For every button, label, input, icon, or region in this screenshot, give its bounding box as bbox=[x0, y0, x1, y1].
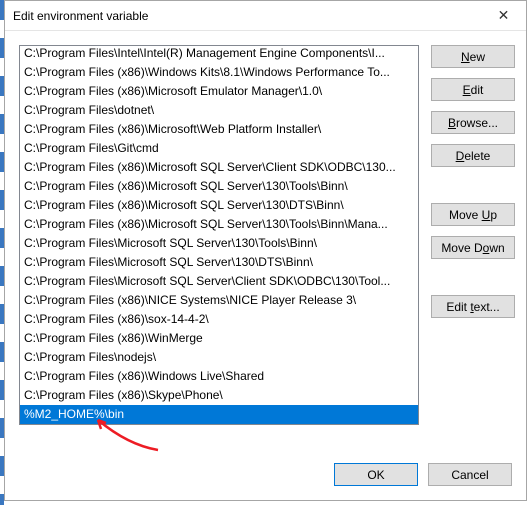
path-list-item[interactable]: C:\Program Files\nodejs\ bbox=[20, 348, 418, 367]
path-list-item[interactable]: C:\Program Files (x86)\Windows Live\Shar… bbox=[20, 367, 418, 386]
dialog-buttons: OK Cancel bbox=[334, 463, 512, 486]
path-list-item[interactable]: C:\Program Files (x86)\Skype\Phone\ bbox=[20, 386, 418, 405]
edit-button[interactable]: Edit bbox=[431, 78, 515, 101]
path-list-item[interactable]: C:\Program Files\dotnet\ bbox=[20, 101, 418, 120]
delete-button[interactable]: Delete bbox=[431, 144, 515, 167]
move-down-button[interactable]: Move Down bbox=[431, 236, 515, 259]
path-list-item[interactable]: C:\Program Files\Microsoft SQL Server\13… bbox=[20, 253, 418, 272]
close-icon: ✕ bbox=[498, 7, 510, 24]
path-list-item[interactable]: C:\Program Files\Microsoft SQL Server\13… bbox=[20, 234, 418, 253]
cancel-button[interactable]: Cancel bbox=[428, 463, 512, 486]
path-list-item[interactable]: C:\Program Files (x86)\Microsoft SQL Ser… bbox=[20, 177, 418, 196]
ok-button[interactable]: OK bbox=[334, 463, 418, 486]
path-list-item[interactable]: C:\Program Files\Git\cmd bbox=[20, 139, 418, 158]
path-list-item[interactable]: C:\Program Files (x86)\NICE Systems\NICE… bbox=[20, 291, 418, 310]
window-title: Edit environment variable bbox=[13, 9, 148, 23]
path-list-item[interactable]: %M2_HOME%\bin bbox=[20, 405, 418, 424]
path-list-item[interactable]: C:\Program Files (x86)\Microsoft\Web Pla… bbox=[20, 120, 418, 139]
browse-button[interactable]: Browse... bbox=[431, 111, 515, 134]
titlebar: Edit environment variable ✕ bbox=[5, 1, 526, 31]
path-list-item[interactable]: C:\Program Files (x86)\Microsoft SQL Ser… bbox=[20, 215, 418, 234]
path-list-item[interactable]: C:\Program Files (x86)\WinMerge bbox=[20, 329, 418, 348]
path-list[interactable]: C:\Program Files\Intel\Intel(R) Manageme… bbox=[20, 46, 418, 424]
path-list-container: C:\Program Files\Intel\Intel(R) Manageme… bbox=[19, 45, 419, 425]
path-list-item[interactable]: C:\Program Files\Microsoft SQL Server\Cl… bbox=[20, 272, 418, 291]
content-area: C:\Program Files\Intel\Intel(R) Manageme… bbox=[19, 45, 512, 486]
path-list-item[interactable]: C:\Program Files (x86)\Microsoft SQL Ser… bbox=[20, 196, 418, 215]
path-list-item[interactable]: C:\Program Files (x86)\sox-14-4-2\ bbox=[20, 310, 418, 329]
path-list-item[interactable]: C:\Program Files (x86)\Microsoft SQL Ser… bbox=[20, 158, 418, 177]
move-up-button[interactable]: Move Up bbox=[431, 203, 515, 226]
close-button[interactable]: ✕ bbox=[481, 1, 526, 30]
path-list-item[interactable]: C:\Program Files (x86)\Windows Kits\8.1\… bbox=[20, 63, 418, 82]
button-column: New Edit Browse... Delete Move Up Move D… bbox=[431, 45, 515, 328]
new-button[interactable]: New bbox=[431, 45, 515, 68]
path-list-item[interactable]: C:\Program Files (x86)\Microsoft Emulato… bbox=[20, 82, 418, 101]
edit-text-button[interactable]: Edit text... bbox=[431, 295, 515, 318]
path-list-item[interactable]: C:\Program Files\Intel\Intel(R) Manageme… bbox=[20, 46, 418, 63]
dialog-window: Edit environment variable ✕ C:\Program F… bbox=[4, 0, 527, 501]
